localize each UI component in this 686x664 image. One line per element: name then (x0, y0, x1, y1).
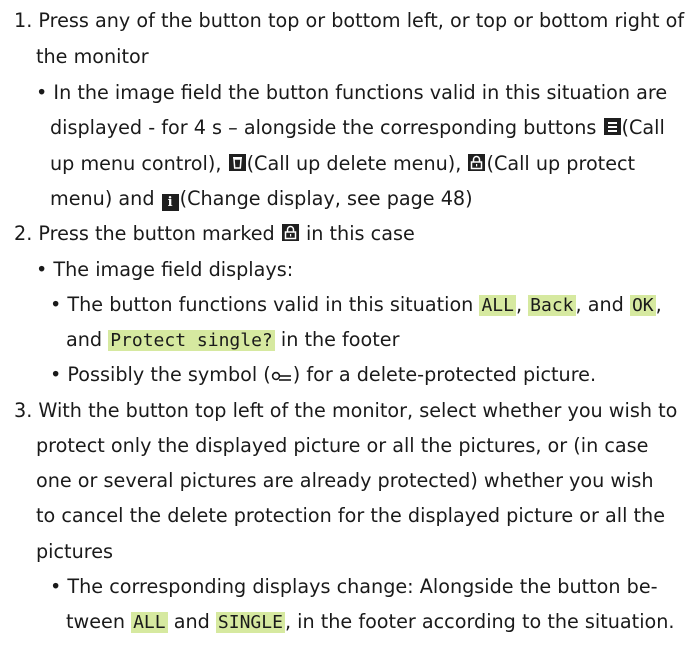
step-1-bullet-line-3: up menu control), (Call up delete menu),… (50, 152, 635, 176)
bullet-text: ) for a delete-protected picture. (292, 363, 597, 386)
button-tag-all: ALL (479, 295, 516, 316)
button-tag-single: SINGLE (215, 612, 285, 633)
step-1-line-1: 1. Press any of the button top or bottom… (14, 9, 684, 33)
step-3-text: to cancel the delete protection for the … (36, 504, 665, 527)
bullet-text: • Possibly the symbol ( (50, 363, 271, 386)
step-1-text: 1. Press any of the button top or bottom… (14, 9, 685, 32)
bullet-text: • The image field displays: (36, 258, 294, 281)
button-tag-back: Back (528, 295, 576, 316)
step-3-line-1: 3. With the button top left of the monit… (14, 399, 677, 423)
bullet-text: menu) and (50, 187, 161, 210)
step-3-line-5: pictures (36, 540, 113, 564)
step-3-text: pictures (36, 540, 114, 563)
bullet-text: (Call (621, 116, 665, 139)
bullet-text: , (515, 293, 529, 316)
step-2-text: in this case (305, 222, 415, 245)
protect-icon (468, 154, 486, 171)
bullet-text: (Call up delete menu), (246, 152, 468, 175)
delete-icon (228, 154, 246, 171)
step-1-bullet-line-2: displayed - for 4 s – alongside the corr… (50, 116, 665, 140)
step-1-line-2: the monitor (36, 45, 149, 69)
step-1-text-cont: the monitor (36, 45, 149, 68)
step-3-line-4: to cancel the delete protection for the … (36, 504, 665, 528)
step-3-text: one or several pictures are already prot… (36, 469, 654, 492)
step-2-text: 2. Press the button marked (14, 222, 281, 245)
bullet-text: and (66, 328, 109, 351)
step-3-bullet-line-1: • The corresponding displays change: Alo… (50, 575, 658, 599)
bullet-text: • The button functions valid in this sit… (50, 293, 480, 316)
bullet-text: , in the footer according to the situati… (284, 610, 675, 633)
bullet-text: in the footer (274, 328, 400, 351)
step-2-bullet-1: • The image field displays: (36, 258, 293, 282)
bullet-text: tween (66, 610, 132, 633)
document-page: 1. Press any of the button top or bottom… (0, 0, 686, 664)
button-tag-ok: OK (629, 295, 656, 316)
button-tag-all: ALL (131, 612, 168, 633)
step-1-bullet-line-1: • In the image field the button function… (36, 81, 667, 105)
protect-icon (281, 224, 299, 241)
bullet-text: • The corresponding displays change: Alo… (50, 575, 658, 598)
step-3-line-3: one or several pictures are already prot… (36, 469, 654, 493)
step-2-subbullet-1-line-2: and Protect single? in the footer (66, 328, 400, 353)
bullet-text: • In the image field the button function… (36, 81, 668, 104)
footer-tag-protect-single: Protect single? (108, 330, 275, 351)
step-3-text: 3. With the button top left of the monit… (14, 399, 678, 422)
bullet-text: , (655, 293, 662, 316)
bullet-text: up menu control), (50, 152, 228, 175)
info-icon: i (161, 194, 179, 211)
step-3-line-2: protect only the displayed picture or al… (36, 434, 648, 458)
bullet-text: , and (575, 293, 630, 316)
bullet-text: displayed - for 4 s – alongside the corr… (50, 116, 603, 139)
bullet-text: (Change display, see page 48) (179, 187, 473, 210)
step-2-subbullet-1-line-1: • The button functions valid in this sit… (50, 293, 662, 318)
menu-icon (603, 118, 621, 135)
key-symbol (271, 365, 293, 389)
step-3-text: protect only the displayed picture or al… (36, 434, 649, 457)
step-1-bullet-line-4: menu) and i (Change display, see page 48) (50, 187, 473, 211)
step-2-line-1: 2. Press the button marked in this case (14, 222, 415, 246)
step-2-subbullet-2: • Possibly the symbol ( ) for a delete-pr… (50, 363, 596, 389)
bullet-text: (Call up protect (486, 152, 636, 175)
step-3-bullet-line-2: tween ALL and SINGLE, in the footer acco… (66, 610, 675, 635)
bullet-text: and (167, 610, 216, 633)
